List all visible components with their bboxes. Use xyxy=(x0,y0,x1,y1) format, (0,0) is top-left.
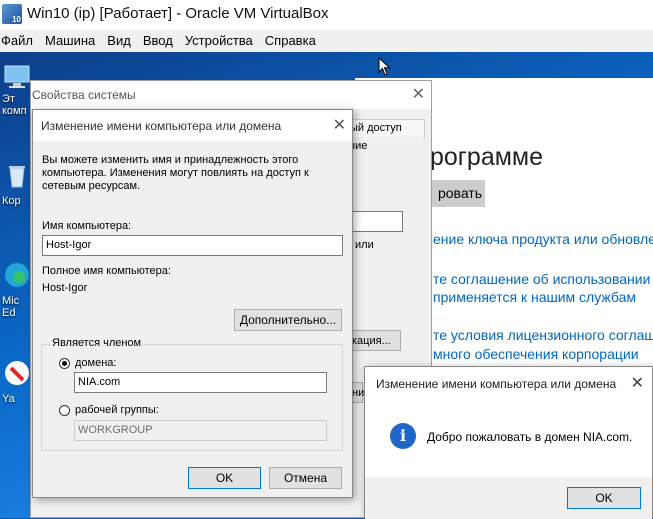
workgroup-label: рабочей группы: xyxy=(75,404,159,416)
welcome-title: Изменение имени компьютера или домена xyxy=(376,377,617,391)
welcome-message: Добро пожаловать в домен NIA.com. xyxy=(427,430,633,444)
computer-icon xyxy=(4,65,30,88)
menu-input[interactable]: Ввод xyxy=(137,30,179,52)
menu-file[interactable]: Файл xyxy=(0,30,39,52)
info-icon: i xyxy=(390,423,416,449)
virtualbox-icon-text: 10 xyxy=(12,15,21,24)
full-name-label: Полное имя компьютера: xyxy=(42,265,171,277)
ok-button[interactable]: OK xyxy=(188,467,261,489)
remote-access-tab[interactable]: ый доступ xyxy=(349,119,425,138)
menu-machine[interactable]: Машина xyxy=(39,30,101,52)
welcome-message-box: Изменение имени компьютера или домена ✕ … xyxy=(364,366,653,519)
about-link-services-agreement[interactable]: те соглашение об использовании с xyxy=(433,271,653,287)
more-button[interactable]: Дополнительно... xyxy=(234,309,342,331)
close-icon[interactable]: ✕ xyxy=(412,84,425,104)
edge-icon xyxy=(5,263,29,287)
rename-computer-dialog: Изменение имени компьютера или домена ✕ … xyxy=(32,109,353,498)
computer-name-input[interactable]: Host-Igor xyxy=(42,235,343,256)
description-input[interactable] xyxy=(349,211,403,232)
system-properties-titlebar[interactable]: Свойства системы ✕ xyxy=(31,81,431,109)
tab-fragment: ый доступ xyxy=(350,122,402,134)
welcome-ok-button[interactable]: OK xyxy=(567,487,641,509)
about-link-services-agreement-2[interactable]: применяется к нашим службам xyxy=(433,289,636,305)
workgroup-input[interactable]: WORKGROUP xyxy=(74,420,327,441)
workgroup-radio[interactable] xyxy=(59,405,70,416)
vbox-menubar: Файл Машина Вид Ввод Устройства Справка xyxy=(0,30,653,52)
about-link-license-terms-2[interactable]: много обеспечения корпорации xyxy=(433,346,639,362)
description-row: ние xyxy=(349,137,423,154)
mouse-cursor-icon xyxy=(378,57,391,76)
menu-devices[interactable]: Устройства xyxy=(179,30,259,52)
menu-help[interactable]: Справка xyxy=(259,30,322,52)
identification-button[interactable]: кация... xyxy=(349,330,401,351)
identification-button-label: кация... xyxy=(352,335,391,347)
about-link-license-terms[interactable]: те условия лицензионного соглаше xyxy=(433,327,653,343)
recycle-bin-icon xyxy=(9,166,25,188)
about-heading: рограмме xyxy=(430,143,544,171)
domain-radio[interactable] xyxy=(59,358,70,369)
change-button-label: ни xyxy=(352,387,365,399)
yandex-icon xyxy=(5,361,29,385)
vbox-titlebar[interactable]: 10 Win10 (ip) [Работает] - Oracle VM Vir… xyxy=(0,0,653,30)
close-icon[interactable]: ✕ xyxy=(631,373,644,393)
about-link-product-key[interactable]: ение ключа продукта или обновлен xyxy=(433,231,653,247)
rename-dialog-title: Изменение имени компьютера или домена xyxy=(41,119,282,133)
computer-name-label: Имя компьютера: xyxy=(42,220,132,232)
welcome-footer: OK xyxy=(365,477,652,519)
window-title: Win10 (ip) [Работает] - Oracle VM Virtua… xyxy=(27,5,329,22)
domain-label: домена: xyxy=(75,357,117,369)
domain-input[interactable]: NIA.com xyxy=(74,372,327,393)
close-icon[interactable]: ✕ xyxy=(333,115,346,135)
menu-view[interactable]: Вид xyxy=(101,30,137,52)
full-name-value: Host-Igor xyxy=(42,282,88,294)
rename-dialog-titlebar[interactable]: Изменение имени компьютера или домена ✕ xyxy=(33,110,352,141)
rename-pc-button[interactable]: ровать xyxy=(430,180,485,207)
member-of-caption: Является членом xyxy=(50,337,144,349)
label-fragment: или xyxy=(355,239,374,251)
virtualbox-icon: 10 xyxy=(2,4,22,24)
cancel-button[interactable]: Отмена xyxy=(269,467,342,489)
welcome-titlebar[interactable]: Изменение имени компьютера или домена ✕ xyxy=(365,367,652,399)
rename-description: Вы можете изменить имя и принадлежность … xyxy=(42,154,309,192)
system-properties-title: Свойства системы xyxy=(32,88,136,102)
